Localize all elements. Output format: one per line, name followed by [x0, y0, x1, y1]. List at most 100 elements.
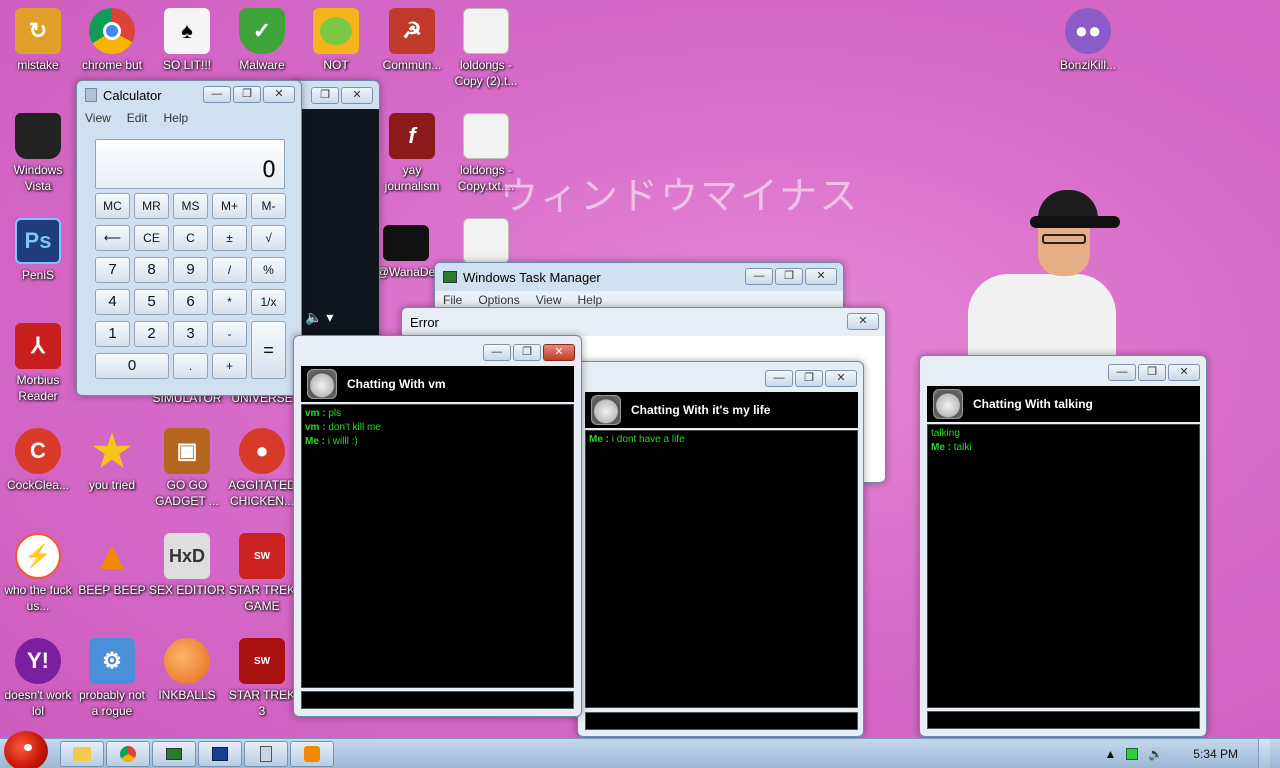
key-ms[interactable]: MS — [173, 193, 208, 219]
chat3-maximize-button[interactable]: ❐ — [1138, 364, 1166, 381]
desktop-icon-star-trek-game[interactable]: SW STAR TREK GAME — [224, 533, 300, 614]
desktop-icon-not[interactable]: NOT — [298, 8, 374, 73]
task-manager-maximize-button[interactable]: ❐ — [775, 268, 803, 285]
key-decimal[interactable]: . — [173, 353, 208, 379]
key-add[interactable]: + — [212, 353, 247, 379]
error-close-button[interactable]: ✕ — [847, 313, 879, 330]
calculator-close-button[interactable]: ✕ — [263, 86, 295, 103]
menu-help[interactable]: Help — [163, 111, 188, 125]
network-icon[interactable] — [1126, 748, 1139, 760]
key-mc[interactable]: MC — [95, 193, 130, 219]
desktop-icon-doesnt-work[interactable]: Y! doesn't work lol — [0, 638, 76, 719]
desktop-icon-windows-vista[interactable]: Windows Vista — [0, 113, 76, 194]
desktop-icon-star-trek-3[interactable]: SW STAR TREK 3 — [224, 638, 300, 719]
taskbar-calculator-button[interactable] — [244, 741, 288, 767]
desktop-icon-loldongs-copy-2[interactable]: loldongs - Copy (2).t... — [448, 8, 524, 89]
chat1-input[interactable] — [301, 691, 574, 709]
chat-window-talking[interactable]: — ❐ ✕ Chatting With talking talking Me :… — [919, 355, 1207, 737]
key-reciprocal[interactable]: 1/x — [251, 289, 286, 315]
key-6[interactable]: 6 — [173, 289, 208, 315]
key-backspace[interactable]: ⟵ — [95, 225, 130, 251]
chat-window-its-my-life[interactable]: — ❐ ✕ Chatting With it's my life Me : i … — [577, 361, 864, 737]
desktop-icon-aggitated-chicken[interactable]: ● AGGITATED CHICKEN... — [224, 428, 300, 509]
desktop-icon-bonzikill[interactable]: ●● BonziKill... — [1050, 8, 1126, 73]
key-multiply[interactable]: * — [212, 289, 247, 315]
chat1-close-button[interactable]: ✕ — [543, 344, 575, 361]
desktop-icon-probably-not-a-rogue[interactable]: ⚙ probably not a rogue — [74, 638, 150, 719]
key-4[interactable]: 4 — [95, 289, 130, 315]
chat1-maximize-button[interactable]: ❐ — [513, 344, 541, 361]
tm-menu-file[interactable]: File — [443, 293, 462, 307]
desktop-icon-you-tried[interactable]: ★ you tried — [74, 427, 150, 493]
key-divide[interactable]: / — [212, 257, 247, 283]
desktop-icon-communism[interactable]: ☭ Commun... — [374, 8, 450, 73]
desktop-icon-mistake[interactable]: ↻ mistake — [0, 8, 76, 73]
desktop-icon-yay-journalism[interactable]: f yay journalism — [374, 113, 450, 194]
start-button[interactable] — [4, 731, 48, 768]
key-sqrt[interactable]: √ — [251, 225, 286, 251]
calculator-maximize-button[interactable]: ❐ — [233, 86, 261, 103]
desktop-icon-cockclea[interactable]: C CockClea... — [0, 428, 76, 493]
volume-icon[interactable]: 🔊 — [1148, 747, 1163, 761]
desktop-icon-malware[interactable]: ✓ Malware — [224, 8, 300, 73]
key-c[interactable]: C — [173, 225, 208, 251]
tm-menu-options[interactable]: Options — [478, 293, 519, 307]
menu-edit[interactable]: Edit — [127, 111, 148, 125]
taskbar-media-button[interactable] — [198, 741, 242, 767]
key-7[interactable]: 7 — [95, 257, 130, 283]
key-m-plus[interactable]: M+ — [212, 193, 247, 219]
taskbar-task-manager-button[interactable] — [152, 741, 196, 767]
key-8[interactable]: 8 — [134, 257, 169, 283]
key-2[interactable]: 2 — [134, 321, 169, 347]
desktop-icon-beep-beep[interactable]: ▲ BEEP BEEP — [74, 533, 150, 598]
calculator-window[interactable]: Calculator — ❐ ✕ View Edit Help 0 MC MR … — [76, 80, 302, 396]
chat3-close-button[interactable]: ✕ — [1168, 364, 1200, 381]
show-desktop-button[interactable] — [1258, 739, 1270, 768]
taskbar-player-button[interactable] — [290, 741, 334, 767]
key-9[interactable]: 9 — [173, 257, 208, 283]
chat2-minimize-button[interactable]: — — [765, 370, 793, 387]
media-restore-button[interactable]: ❐ — [311, 86, 339, 104]
task-manager-minimize-button[interactable]: — — [745, 268, 773, 285]
desktop-icon-loldongs-copy[interactable]: loldongs - Copy.txt.... — [448, 113, 524, 194]
key-subtract[interactable]: - — [212, 321, 247, 347]
chat2-close-button[interactable]: ✕ — [825, 370, 857, 387]
chat-window-vm[interactable]: — ❐ ✕ Chatting With vm vm : pls vm : don… — [293, 335, 582, 717]
chat1-minimize-button[interactable]: — — [483, 344, 511, 361]
taskbar-chrome-button[interactable] — [106, 741, 150, 767]
desktop-icon-sex-editior[interactable]: HxD SEX EDITIOR — [149, 533, 225, 598]
desktop-icon-morbius-reader[interactable]: ⅄ Morbius Reader — [0, 323, 76, 404]
task-manager-close-button[interactable]: ✕ — [805, 268, 837, 285]
desktop-icon-go-go-gadget[interactable]: ▣ GO GO GADGET ... — [149, 428, 225, 509]
key-equals[interactable]: = — [251, 321, 286, 379]
key-plus-minus[interactable]: ± — [212, 225, 247, 251]
key-0[interactable]: 0 — [95, 353, 169, 379]
taskbar-explorer-button[interactable] — [60, 741, 104, 767]
desktop-icon-so-lit[interactable]: ♠ SO LIT!!! — [149, 8, 225, 73]
tm-menu-view[interactable]: View — [536, 293, 562, 307]
clock[interactable]: 5:34 PM — [1193, 747, 1238, 761]
desktop-icon-text-file[interactable] — [448, 218, 524, 267]
show-hidden-icons-icon[interactable]: ▲ — [1104, 747, 1116, 761]
volume-icon[interactable]: 🔈 ▾ — [305, 309, 333, 326]
key-m-minus[interactable]: M- — [251, 193, 286, 219]
calculator-minimize-button[interactable]: — — [203, 86, 231, 103]
key-ce[interactable]: CE — [134, 225, 169, 251]
media-close-button[interactable]: ✕ — [341, 86, 373, 104]
desktop-icon-who-the[interactable]: ⚡ who the fuck us... — [0, 533, 76, 614]
desktop-icon-penis[interactable]: Ps PeniS — [0, 218, 76, 283]
key-5[interactable]: 5 — [134, 289, 169, 315]
desktop-icon-chrome[interactable]: chrome but — [74, 8, 150, 73]
menu-view[interactable]: View — [85, 111, 111, 125]
media-player-window[interactable]: ❐ ✕ 🔈 ▾ — [290, 80, 380, 340]
tm-menu-help[interactable]: Help — [578, 293, 603, 307]
key-3[interactable]: 3 — [173, 321, 208, 347]
desktop-icon-wanade[interactable]: @WanaDe — [374, 225, 438, 280]
key-1[interactable]: 1 — [95, 321, 130, 347]
chat2-input[interactable] — [585, 712, 858, 730]
desktop-icon-inkballs[interactable]: INKBALLS — [149, 638, 225, 703]
chat2-maximize-button[interactable]: ❐ — [795, 370, 823, 387]
key-mr[interactable]: MR — [134, 193, 169, 219]
chat3-input[interactable] — [927, 711, 1200, 729]
key-percent[interactable]: % — [251, 257, 286, 283]
